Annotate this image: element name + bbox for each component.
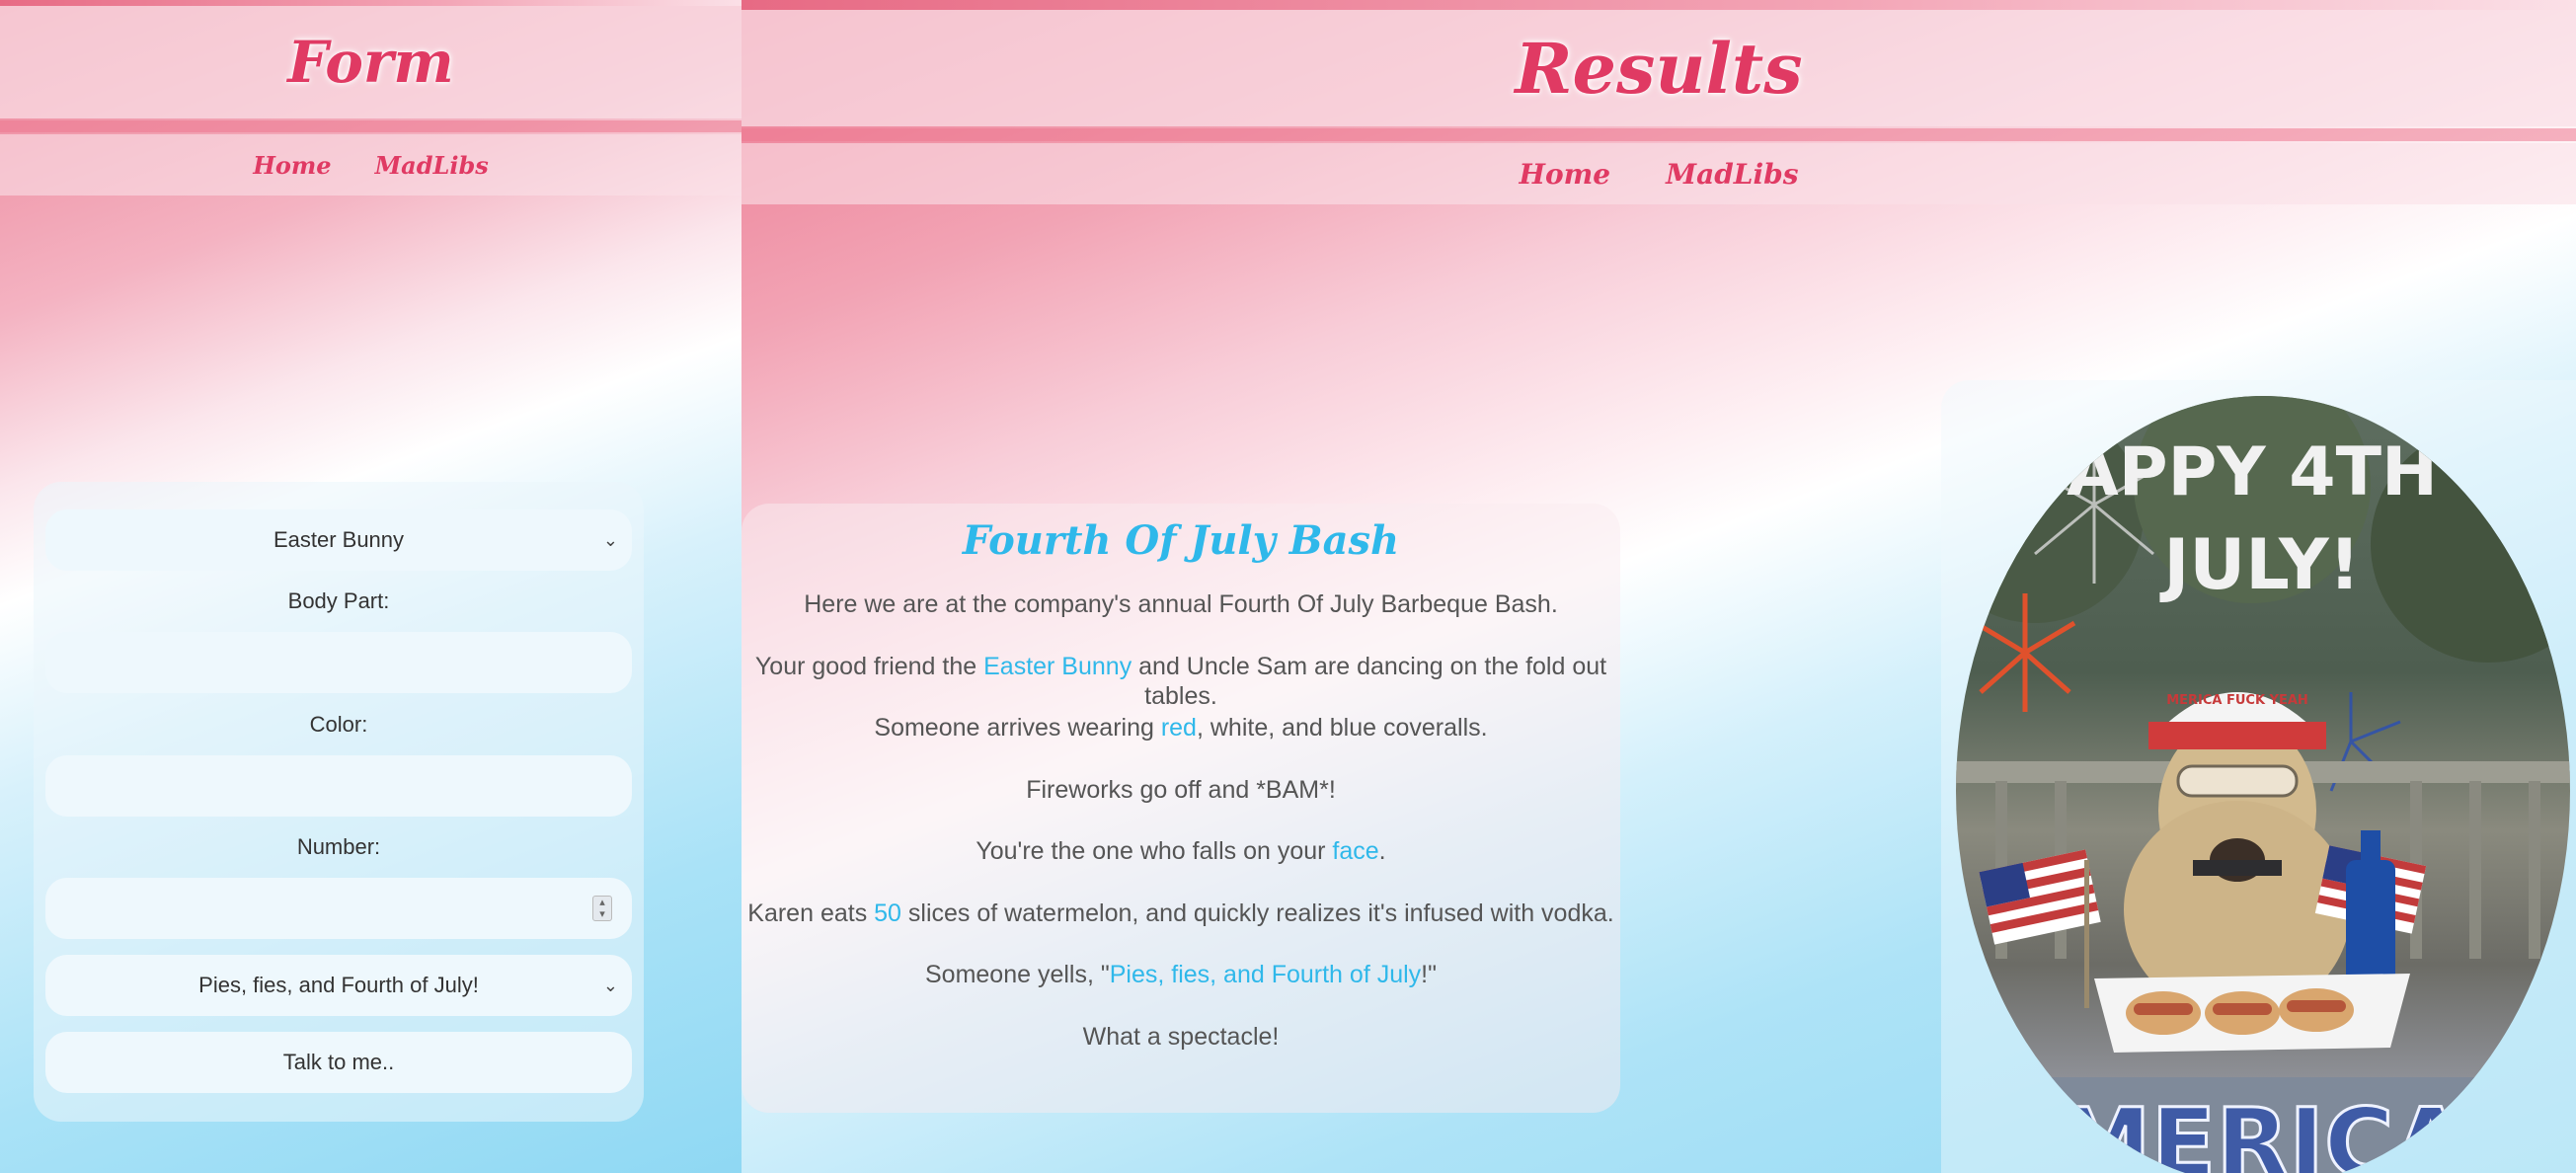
nav-link-home[interactable]: Home	[253, 151, 331, 180]
number-input[interactable]: ▴ ▾	[45, 878, 632, 939]
story-text: Karen eats	[747, 899, 875, 927]
madlib-word: Easter Bunny	[983, 652, 1132, 680]
image-text-mid: JULY!	[2159, 524, 2360, 605]
story-line: Karen eats 50 slices of watermelon, and …	[742, 899, 1620, 961]
story-line: Here we are at the company's annual Four…	[742, 589, 1620, 652]
form-page-pane: Form Home MadLibs Easter Bunny ⌄ Body Pa…	[0, 0, 742, 1173]
results-nav: Home MadLibs	[742, 143, 2576, 204]
dog-illustration: APPY 4TH JULY! MERICA FUCK YEAH MERICA	[1956, 396, 2570, 1173]
story-line: You're the one who falls on your face.	[742, 836, 1620, 899]
hat-text: MERICA FUCK YEAH	[2166, 693, 2308, 708]
story-text: slices of watermelon, and quickly realiz…	[900, 899, 1614, 927]
story-text: , white, and blue coveralls.	[1196, 714, 1488, 742]
body-part-label: Body Part:	[287, 588, 390, 613]
name-select[interactable]: Easter Bunny ⌄	[45, 509, 632, 571]
madlib-word: red	[1160, 714, 1197, 742]
nav-link-home[interactable]: Home	[1520, 158, 1611, 191]
story-text: Fireworks go off and *BAM*!	[1026, 775, 1336, 804]
results-header: Results	[742, 10, 2576, 126]
nav-divider	[742, 128, 2576, 141]
story-text: Someone yells, "	[924, 961, 1110, 988]
name-select-value: Easter Bunny	[273, 527, 405, 552]
story-text: .	[1378, 837, 1386, 865]
color-input[interactable]	[45, 755, 632, 817]
story-text: You're the one who falls on your	[976, 837, 1333, 865]
story-text: Your good friend the	[754, 652, 984, 680]
chevron-down-icon: ⌄	[602, 975, 618, 995]
flag-icon	[1979, 849, 2101, 1008]
number-stepper-icon[interactable]: ▴ ▾	[592, 896, 612, 921]
story-text: What a spectacle!	[1082, 1022, 1280, 1051]
story-line: Someone arrives wearing red, white, and …	[742, 713, 1620, 775]
story-card: Fourth Of July Bash Here we are at the c…	[742, 504, 1620, 1113]
image-text-top: APPY 4TH	[2067, 433, 2438, 511]
top-stripe	[742, 0, 2576, 10]
page-title: Results	[1515, 27, 1803, 110]
story-title: Fourth Of July Bash	[962, 517, 1400, 564]
phrase-select[interactable]: Pies, fies, and Fourth of July! ⌄	[45, 955, 632, 1016]
number-label: Number:	[296, 834, 381, 859]
results-page-pane: Results Home MadLibs Fourth Of July Bash…	[742, 0, 2576, 1173]
nav-link-madlibs[interactable]: MadLibs	[375, 151, 489, 180]
madlib-form: Easter Bunny ⌄ Body Part: Color: Number:…	[34, 482, 644, 1122]
story-line: Someone yells, "Pies, fies, and Fourth o…	[742, 960, 1620, 1022]
story-text: and Uncle Sam are dancing on the fold ou…	[1132, 652, 1607, 710]
story-text: !"	[1421, 961, 1437, 988]
fourth-of-july-dog-image: APPY 4TH JULY! MERICA FUCK YEAH MERICA	[1956, 396, 2570, 1173]
form-header: Form	[0, 6, 742, 118]
madlib-word: 50	[874, 899, 901, 927]
body-part-input[interactable]	[45, 632, 632, 693]
story-body: Here we are at the company's annual Four…	[742, 589, 1620, 1083]
chevron-down-icon: ⌄	[602, 529, 618, 550]
story-line: Your good friend the Easter Bunny and Un…	[742, 652, 1620, 714]
color-label: Color:	[309, 712, 368, 737]
form-nav: Home MadLibs	[0, 134, 742, 196]
story-text: Here we are at the company's annual Four…	[804, 590, 1558, 618]
madlib-word: face	[1332, 837, 1379, 865]
story-line: What a spectacle!	[742, 1022, 1620, 1084]
submit-button[interactable]: Talk to me..	[45, 1032, 632, 1093]
phrase-select-value: Pies, fies, and Fourth of July!	[198, 973, 479, 997]
nav-link-madlibs[interactable]: MadLibs	[1666, 158, 1798, 191]
story-text: Someone arrives wearing	[874, 714, 1161, 742]
nav-divider	[0, 120, 742, 132]
story-line: Fireworks go off and *BAM*!	[742, 775, 1620, 837]
page-title: Form	[287, 29, 454, 96]
madlib-word: Pies, fies, and Fourth of July	[1109, 961, 1422, 988]
